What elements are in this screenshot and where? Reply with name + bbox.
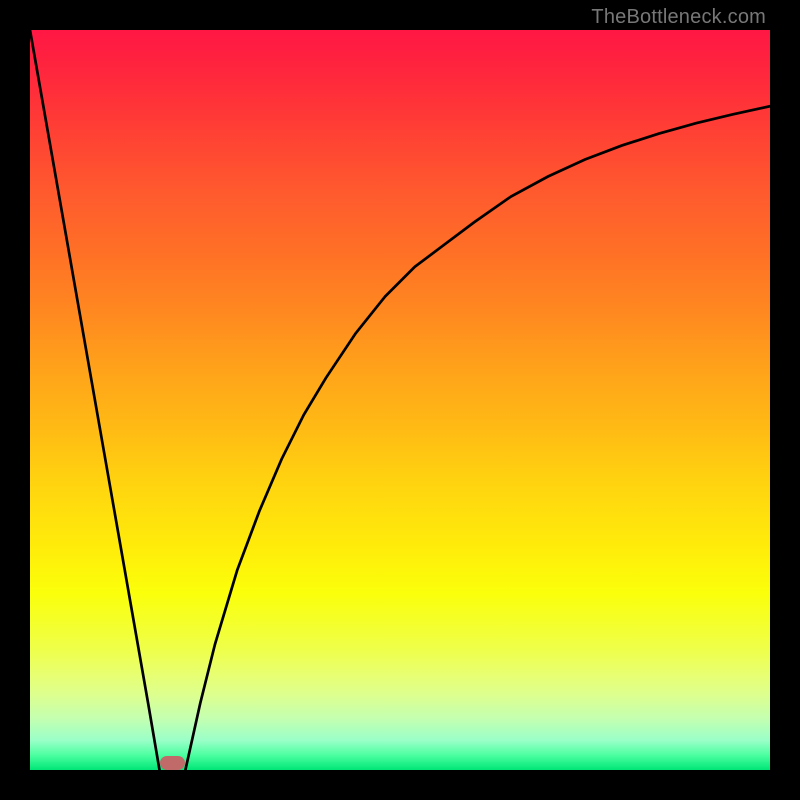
chart-frame: TheBottleneck.com xyxy=(0,0,800,800)
watermark-text: TheBottleneck.com xyxy=(591,6,766,29)
plot-area xyxy=(30,30,770,770)
curve-left-leg xyxy=(30,30,160,770)
curve-right-leg xyxy=(185,106,770,770)
bottleneck-marker xyxy=(160,756,186,770)
curve-layer xyxy=(30,30,770,770)
